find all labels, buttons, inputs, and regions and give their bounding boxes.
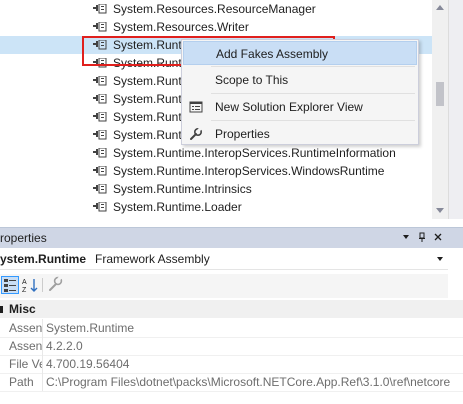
- menu-item-properties[interactable]: Properties: [183, 122, 417, 146]
- tree-item-label: System.Runtime.Intrinsics: [113, 182, 252, 196]
- reference-icon: [93, 94, 107, 104]
- tree-item-reference[interactable]: System.Runtime.Loader: [0, 198, 432, 216]
- properties-titlebar: roperties: [0, 227, 463, 248]
- reference-icon: [93, 22, 107, 32]
- menu-item-label: Properties: [215, 127, 270, 141]
- property-row[interactable]: Path C:\Program Files\dotnet\packs\Micro…: [0, 373, 463, 392]
- property-name: Assen: [9, 321, 42, 335]
- pin-icon[interactable]: [417, 232, 427, 242]
- tree-item-label: System.Runt: [113, 74, 182, 88]
- reference-icon: [93, 112, 107, 122]
- menu-item-add-fakes-assembly[interactable]: Add Fakes Assembly: [183, 41, 417, 65]
- menu-separator: [211, 66, 415, 67]
- property-value: C:\Program Files\dotnet\packs\Microsoft.…: [46, 375, 451, 389]
- tree-scrollbar[interactable]: [432, 0, 448, 219]
- column-divider: [42, 337, 43, 355]
- column-divider: [42, 373, 43, 391]
- properties-title: roperties: [0, 231, 47, 245]
- menu-item-label: Scope to This: [215, 73, 289, 87]
- sort-alphabetical-icon: AZ: [22, 279, 38, 294]
- tree-item-label: System.Runtime.InteropServices.RuntimeIn…: [113, 146, 396, 160]
- categorized-icon: [4, 279, 16, 292]
- object-selector[interactable]: ystem.Runtime Framework Assembly: [0, 249, 448, 270]
- menu-separator: [211, 93, 415, 94]
- reference-icon: [93, 4, 107, 14]
- scroll-thumb[interactable]: [436, 82, 444, 106]
- context-menu: Add Fakes Assembly Scope to This New Sol…: [181, 39, 419, 145]
- column-divider: [42, 319, 43, 337]
- tree-item-label: System.Runt: [113, 110, 182, 124]
- menu-item-scope-to-this[interactable]: Scope to This: [183, 68, 417, 92]
- category-label: Misc: [9, 302, 36, 316]
- scroll-up-arrow-icon[interactable]: [435, 4, 445, 12]
- tree-item-label: System.Runtime.Loader: [113, 200, 242, 214]
- property-value: System.Runtime: [46, 321, 135, 335]
- property-grid: Misc Assen System.Runtime Assen 4.2.2.0 …: [0, 300, 463, 404]
- property-value: 4.700.19.56404: [46, 357, 130, 371]
- tree-item-label: System.Runtime.InteropServices.WindowsRu…: [113, 164, 385, 178]
- column-divider: [42, 355, 43, 373]
- tree-item-reference[interactable]: System.Resources.ResourceManager: [0, 0, 432, 18]
- tree-item-label: System.Resources.Writer: [113, 20, 249, 34]
- collapse-icon[interactable]: [0, 306, 3, 313]
- toolbar-separator: [42, 278, 43, 292]
- tree-item-reference[interactable]: System.Runtime.InteropServices.RuntimeIn…: [0, 144, 432, 162]
- reference-icon: [93, 202, 107, 212]
- property-name: Path: [9, 375, 34, 389]
- object-name: ystem.Runtime: [0, 252, 87, 266]
- property-name: Assen: [9, 339, 42, 353]
- property-row[interactable]: Assen 4.2.2.0: [0, 337, 463, 356]
- reference-icon: [93, 130, 107, 140]
- property-row[interactable]: Assen System.Runtime: [0, 319, 463, 338]
- alphabetical-button[interactable]: AZ: [21, 276, 39, 294]
- property-pages-button[interactable]: [47, 275, 65, 294]
- chevron-down-icon[interactable]: [437, 257, 443, 261]
- reference-icon: [93, 184, 107, 194]
- object-type: Framework Assembly: [95, 252, 210, 266]
- reference-icon: [93, 148, 107, 158]
- wrench-icon: [49, 275, 63, 291]
- tree-item-reference[interactable]: System.Runtime.InteropServices.WindowsRu…: [0, 162, 432, 180]
- tree-item-label: System.Runt: [113, 92, 182, 106]
- reference-icon: [93, 166, 107, 176]
- menu-separator: [211, 120, 415, 121]
- new-view-icon: [189, 101, 203, 113]
- menu-item-new-solution-explorer-view[interactable]: New Solution Explorer View: [183, 95, 417, 119]
- category-row[interactable]: Misc: [0, 300, 463, 318]
- property-row[interactable]: File Ve 4.700.19.56404: [0, 355, 463, 374]
- reference-icon: [93, 76, 107, 86]
- window-edge: [448, 0, 463, 219]
- tree-item-reference[interactable]: System.Runtime.Intrinsics: [0, 180, 432, 198]
- tree-item-label: System.Resources.ResourceManager: [113, 2, 316, 16]
- tree-item-reference[interactable]: System.Resources.Writer: [0, 18, 432, 36]
- tree-item-label: System.Runt: [113, 128, 182, 142]
- wrench-icon: [190, 127, 203, 140]
- dropdown-arrow-icon[interactable]: [401, 232, 411, 242]
- properties-toolbar: AZ: [0, 274, 448, 298]
- menu-item-label: New Solution Explorer View: [215, 100, 363, 114]
- categorized-button[interactable]: [1, 276, 19, 294]
- close-icon[interactable]: [433, 232, 443, 242]
- svg-text:Z: Z: [22, 287, 27, 294]
- scroll-down-arrow-icon[interactable]: [435, 206, 445, 214]
- menu-item-label: Add Fakes Assembly: [216, 47, 329, 61]
- property-value: 4.2.2.0: [46, 339, 83, 353]
- svg-text:A: A: [22, 279, 27, 286]
- property-name: File Ve: [9, 357, 42, 371]
